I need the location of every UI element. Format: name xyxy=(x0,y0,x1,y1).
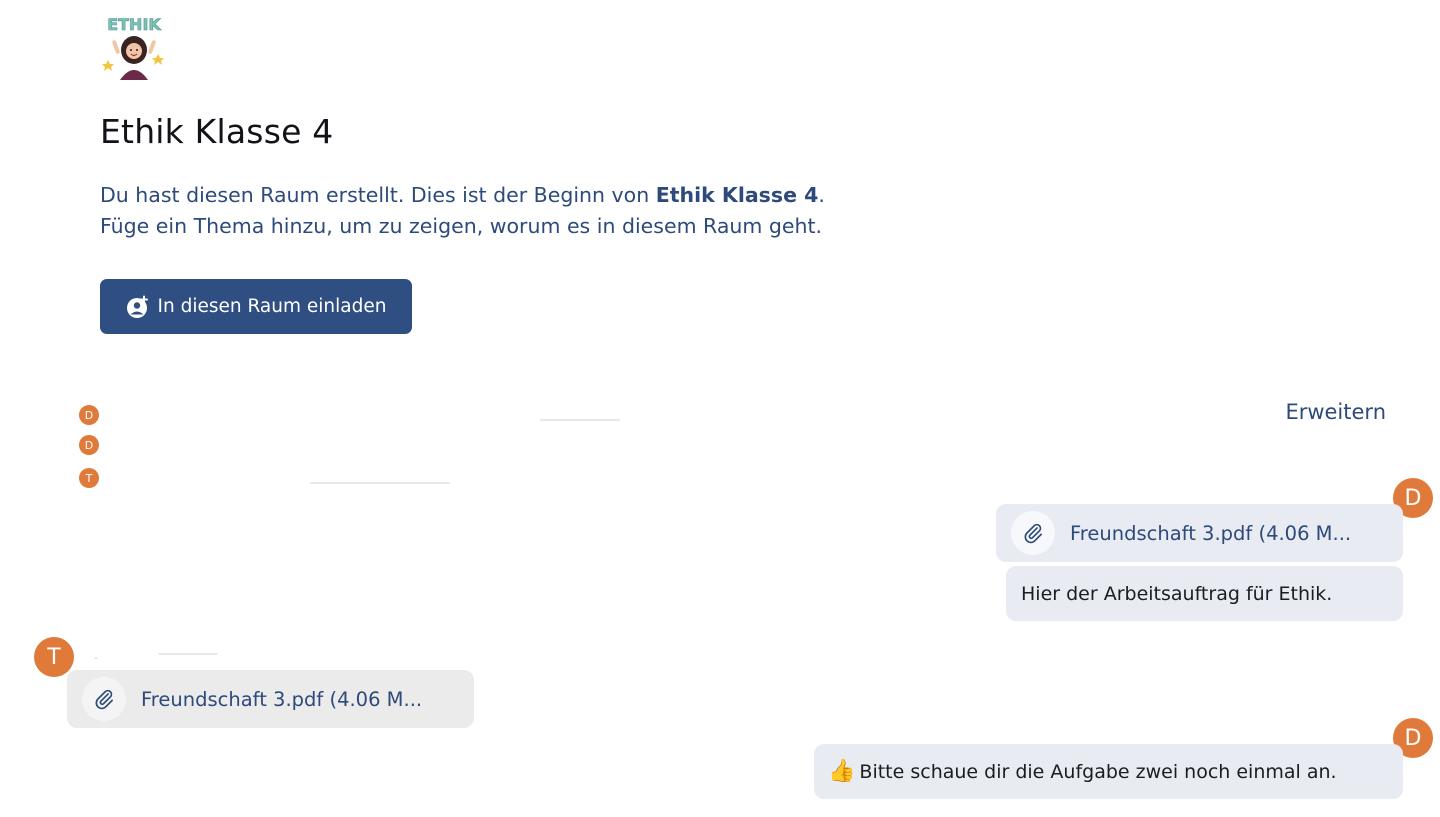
sender-name-placeholder xyxy=(94,657,98,659)
expand-summary-link[interactable]: Erweitern xyxy=(1285,400,1386,424)
attachment-bubble[interactable]: Freundschaft 3.pdf (4.06 M... xyxy=(67,670,474,728)
summary-line-placeholder xyxy=(540,419,620,421)
paperclip-icon xyxy=(95,689,113,710)
room-intro-line-2: Füge ein Thema hinzu, um zu zeigen, woru… xyxy=(100,214,823,238)
room-avatar-logo: ETHIK xyxy=(100,10,168,82)
room-intro-text: Du hast diesen Raum erstellt. Dies ist d… xyxy=(100,180,825,242)
attachment-filename[interactable]: Freundschaft 3.pdf (4.06 M... xyxy=(141,688,422,711)
attachment-bubble[interactable]: Freundschaft 3.pdf (4.06 M... xyxy=(996,504,1403,562)
message-bubble: Hier der Arbeitsauftrag für Ethik. xyxy=(1006,566,1403,621)
summary-avatar[interactable]: D xyxy=(79,435,99,455)
intro-prefix: Du hast diesen Raum erstellt. Dies ist d… xyxy=(100,183,656,207)
message-bubble: 👍 Bitte schaue dir die Aufgabe zwei noch… xyxy=(814,744,1403,799)
sender-avatar[interactable]: T xyxy=(34,637,74,677)
intro-room-name: Ethik Klasse 4 xyxy=(655,183,819,207)
intro-suffix: . xyxy=(818,183,825,207)
logo-text: ETHIK xyxy=(107,15,161,34)
sender-name-placeholder xyxy=(158,653,218,655)
paperclip-icon xyxy=(1024,523,1042,544)
thumbs-up-icon: 👍 xyxy=(828,759,856,784)
attachment-filename[interactable]: Freundschaft 3.pdf (4.06 M... xyxy=(1070,522,1351,545)
summary-line-placeholder xyxy=(310,482,450,484)
add-person-icon xyxy=(126,295,148,318)
invite-to-room-button[interactable]: In diesen Raum einladen xyxy=(100,279,412,334)
invite-button-label: In diesen Raum einladen xyxy=(157,296,387,317)
attachment-icon-wrapper xyxy=(82,677,126,721)
attachment-icon-wrapper xyxy=(1011,511,1055,555)
message-text: Hier der Arbeitsauftrag für Ethik. xyxy=(1021,582,1333,605)
summary-avatar[interactable]: T xyxy=(79,468,99,488)
message-text: Bitte schaue dir die Aufgabe zwei noch e… xyxy=(859,760,1337,783)
summary-avatar[interactable]: D xyxy=(79,405,99,425)
room-intro-line-1: Du hast diesen Raum erstellt. Dies ist d… xyxy=(100,180,825,211)
room-title: Ethik Klasse 4 xyxy=(100,112,334,151)
